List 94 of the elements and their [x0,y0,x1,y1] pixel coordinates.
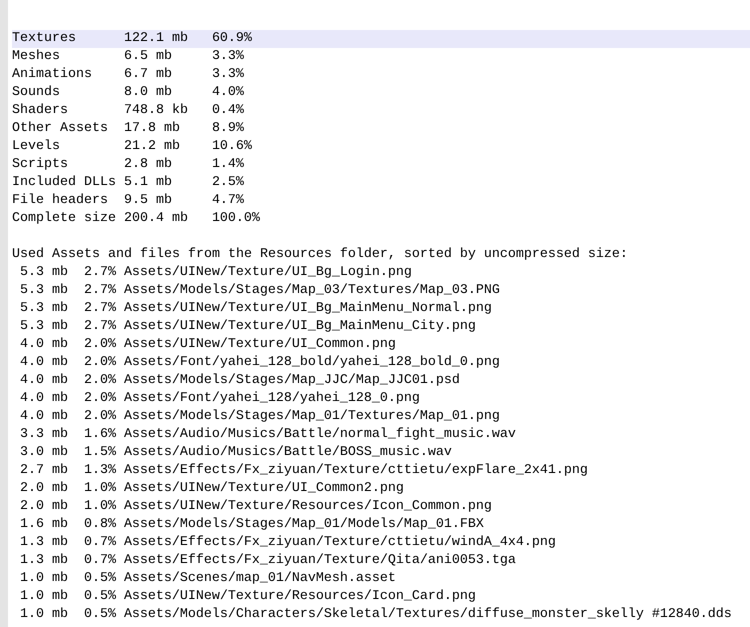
asset-percent: 1.6% [82,426,116,444]
asset-size: 2.0 mb [18,480,68,498]
asset-path: Assets/Models/Stages/Map_JJC/Map_JJC01.psd [124,372,460,390]
category-name: Scripts [12,156,69,174]
category-name: Textures [12,30,77,48]
asset-percent: 2.7% [82,282,116,300]
asset-path: Assets/Models/Stages/Map_01/Textures/Map_01.png [124,408,500,426]
asset-percent: 0.5% [82,606,116,624]
asset-percent: 1.3% [82,462,116,480]
category-size: 6.7 mb [124,66,173,84]
category-size: 122.1 mb [124,30,189,48]
asset-percent: 1.0% [82,480,116,498]
category-percent: 2.5% [212,174,244,192]
category-size: 2.8 mb [124,156,173,174]
asset-path: Assets/Models/Stages/Map_03/Textures/Map_03.PNG [124,282,500,300]
asset-size: 5.3 mb [18,300,68,318]
category-percent: 1.4% [212,156,244,174]
assets-heading: Used Assets and files from the Resources folder, sorted by uncompressed size: [12,246,628,264]
asset-path: Assets/Font/yahei_128_bold/yahei_128_bold_0.png [124,354,500,372]
asset-percent: 2.0% [82,354,116,372]
asset-path: Assets/Effects/Fx_ziyuan/Texture/cttietu/expFlare_2x41.png [124,462,588,480]
category-size: 8.0 mb [124,84,173,102]
category-name: Other Assets [12,120,109,138]
asset-path: Assets/Effects/Fx_ziyuan/Texture/Qita/ani0053.tga [124,552,516,570]
category-size: 6.5 mb [124,48,173,66]
asset-percent: 1.0% [82,498,116,516]
asset-path: Assets/UINew/Texture/UI_Common.png [124,336,396,354]
category-percent: 100.0% [212,210,260,228]
asset-percent: 2.0% [82,372,116,390]
asset-path: Assets/UINew/Texture/UI_Bg_MainMenu_City.png [124,318,476,336]
asset-size: 1.0 mb [18,606,68,624]
asset-path: Assets/Scenes/map_01/NavMesh.asset [124,570,396,588]
category-size: 5.1 mb [124,174,173,192]
asset-size: 4.0 mb [18,390,68,408]
asset-path: Assets/Models/Characters/Skeletal/Textures/diffuse_monster_skelly #12840.dds [124,606,732,624]
asset-percent: 0.5% [82,570,116,588]
category-name: Meshes [12,48,61,66]
asset-path: Assets/Effects/Fx_ziyuan/Texture/cttietu/windA_4x4.png [124,534,556,552]
asset-size: 5.3 mb [18,282,68,300]
category-name: Animations [12,66,93,84]
asset-path: Assets/UINew/Texture/UI_Bg_Login.png [124,264,412,282]
category-percent: 0.4% [212,102,244,120]
asset-percent: 0.7% [82,552,116,570]
asset-size: 4.0 mb [18,336,68,354]
category-name: Included DLLs [12,174,117,192]
asset-path: Assets/Audio/Musics/Battle/BOSS_music.wav [124,444,452,462]
category-size: 17.8 mb [124,120,181,138]
category-name: Levels [12,138,61,156]
asset-path: Assets/Font/yahei_128/yahei_128_0.png [124,390,420,408]
asset-percent: 2.7% [82,264,116,282]
asset-percent: 2.0% [82,390,116,408]
asset-size: 3.3 mb [18,426,68,444]
asset-size: 3.0 mb [18,444,68,462]
category-percent: 60.9% [212,30,252,48]
asset-percent: 2.7% [82,300,116,318]
asset-percent: 1.5% [82,444,116,462]
category-size: 9.5 mb [124,192,173,210]
category-size: 21.2 mb [124,138,181,156]
asset-size: 2.0 mb [18,498,68,516]
asset-size: 4.0 mb [18,372,68,390]
asset-path: Assets/UINew/Texture/UI_Bg_MainMenu_Normal.png [124,300,492,318]
category-name: File headers [12,192,109,210]
asset-percent: 2.0% [82,408,116,426]
category-percent: 4.0% [212,84,244,102]
category-size: 200.4 mb [124,210,189,228]
category-size: 748.8 kb [124,102,189,120]
category-percent: 4.7% [212,192,244,210]
asset-size: 1.0 mb [18,588,68,606]
category-percent: 3.3% [212,48,244,66]
asset-size: 5.3 mb [18,264,68,282]
asset-path: Assets/UINew/Texture/Resources/Icon_Common.png [124,498,492,516]
category-percent: 10.6% [212,138,252,156]
asset-size: 1.0 mb [18,570,68,588]
asset-size: 1.6 mb [18,516,68,534]
asset-percent: 2.0% [82,336,116,354]
asset-percent: 0.5% [82,588,116,606]
asset-size: 5.3 mb [18,318,68,336]
asset-size: 2.7 mb [18,462,68,480]
asset-percent: 2.7% [82,318,116,336]
category-name: Complete size [12,210,117,228]
asset-path: Assets/Audio/Musics/Battle/normal_fight_music.wav [124,426,516,444]
category-name: Sounds [12,84,61,102]
asset-percent: 0.8% [82,516,116,534]
category-percent: 3.3% [212,66,244,84]
category-name: Shaders [12,102,69,120]
asset-size: 4.0 mb [18,408,68,426]
asset-size: 1.3 mb [18,552,68,570]
asset-path: Assets/Models/Stages/Map_01/Models/Map_01.FBX [124,516,484,534]
asset-percent: 0.7% [82,534,116,552]
category-percent: 8.9% [212,120,244,138]
asset-size: 4.0 mb [18,354,68,372]
asset-path: Assets/UINew/Texture/UI_Common2.png [124,480,404,498]
asset-size: 1.3 mb [18,534,68,552]
asset-path: Assets/UINew/Texture/Resources/Icon_Card.png [124,588,476,606]
